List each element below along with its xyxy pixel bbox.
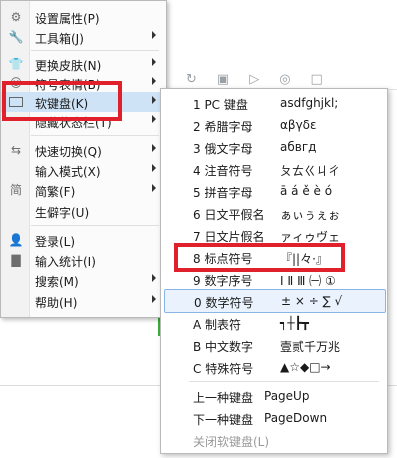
submenu-arrow-icon [152, 58, 156, 66]
menu-separator [31, 50, 159, 51]
file-icon: □ [310, 72, 323, 87]
image-icon: ▣ [216, 72, 230, 87]
user-icon: 👤 [8, 233, 24, 247]
link-icon: ↻ [186, 72, 197, 87]
submenu-arrow-icon [152, 96, 156, 104]
menu-item-help[interactable]: 帮助(H) [1, 291, 166, 311]
menu-item-input-mode[interactable]: 输入模式(X) [1, 160, 166, 180]
menu-separator [31, 135, 159, 136]
background-toolbar-icons: ↻ ▣ ▷ ◎ □ [186, 72, 323, 87]
menu-item-skin[interactable]: 👕 更换皮肤(N) [1, 54, 166, 74]
close-soft-keyboard[interactable]: 关闭软键盘(L) [164, 429, 384, 451]
keyboard-option-pc[interactable]: 1 PC 键盘 asdfghjkl; [164, 92, 384, 114]
context-menu: ⚙ 设置属性(P) 🔧 工具箱(J) 👕 更换皮肤(N) ☺ 符号表情(B) 软… [0, 0, 167, 318]
submenu-arrow-icon [152, 144, 156, 152]
keyboard-option-pinyin[interactable]: 5 拼音字母 ā á ě è ó [164, 180, 384, 202]
keyboard-option-box-drawing[interactable]: A 制表符 ┑┼┣┳ [164, 312, 384, 334]
shirt-icon: 👕 [8, 57, 24, 71]
media-icon: ▷ [249, 72, 260, 87]
submenu-arrow-icon [152, 115, 156, 123]
keyboard-option-math[interactable]: 0 数学符号 ± × ÷ ∑ √ [164, 289, 386, 313]
submenu-arrow-icon [152, 295, 156, 303]
gear-icon: ⚙ [10, 10, 22, 24]
switch-arrows-icon: ⇆ [10, 143, 22, 157]
keyboard-option-hiragana[interactable]: 6 日文平假名 ぁぃぅぇぉ [164, 202, 384, 224]
menu-item-toolbox[interactable]: 🔧 工具箱(J) [1, 27, 166, 47]
keyboard-option-chinese-numerals[interactable]: B 中文数字 壹贰千万兆 [164, 334, 384, 356]
menu-item-settings[interactable]: ⚙ 设置属性(P) [1, 7, 166, 27]
keyboard-option-greek[interactable]: 2 希腊字母 αβγδε [164, 114, 384, 136]
menu-item-simplified-traditional[interactable]: 简 简繁(F) [1, 180, 166, 200]
keyboard-previous[interactable]: 上一种键盘 PageUp [164, 385, 384, 407]
menu-item-login[interactable]: 👤 登录(L) [1, 230, 166, 250]
submenu-separator [189, 381, 379, 382]
keyboard-option-special[interactable]: C 特殊符号 ▲☆◆□→ [164, 356, 384, 378]
submenu-arrow-icon [152, 164, 156, 172]
submenu-arrow-icon [152, 31, 156, 39]
menu-item-input-stats[interactable]: ▇ 输入统计(I) [1, 250, 166, 270]
highlight-box-soft-keyboard [2, 81, 122, 121]
highlight-box-punctuation [174, 243, 345, 272]
wrench-icon: 🔧 [8, 30, 24, 44]
location-icon: ◎ [279, 72, 291, 87]
keyboard-option-russian[interactable]: 3 俄文字母 абвгд [164, 136, 384, 158]
menu-item-rare-chars[interactable]: 生僻字(U) [1, 201, 166, 221]
jian-icon: 简 [9, 183, 22, 197]
menu-separator [31, 225, 159, 226]
bar-chart-icon: ▇ [11, 253, 21, 267]
keyboard-next[interactable]: 下一种键盘 PageDown [164, 407, 384, 429]
submenu-arrow-icon [152, 77, 156, 85]
submenu-arrow-icon [152, 184, 156, 192]
submenu-arrow-icon [152, 274, 156, 282]
keyboard-option-zhuyin[interactable]: 4 注音符号 ㄆㄊㄍㄐㄔ [164, 158, 384, 180]
menu-item-search[interactable]: 搜索(M) [1, 270, 166, 290]
menu-item-quick-switch[interactable]: ⇆ 快速切换(Q) [1, 140, 166, 160]
